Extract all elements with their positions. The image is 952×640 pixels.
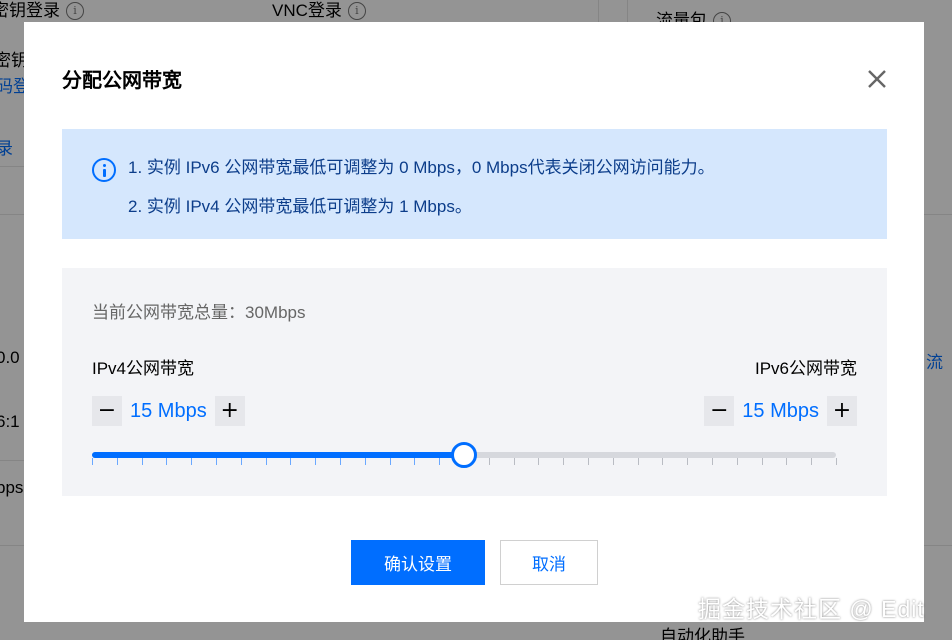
ipv6-decrement-button[interactable]: −: [704, 396, 735, 426]
slider-tick: [390, 458, 391, 465]
bandwidth-panel: 当前公网带宽总量：30Mbps IPv4公网带宽 IPv6公网带宽 − 15 M…: [62, 268, 887, 496]
slider-tick: [687, 458, 688, 465]
slider-tick: [811, 458, 812, 465]
ipv6-stepper: − 15 Mbps +: [704, 396, 857, 426]
close-icon[interactable]: [866, 68, 888, 90]
slider-tick: [439, 458, 440, 465]
slider-tick: [613, 458, 614, 465]
ipv6-value[interactable]: 15 Mbps: [734, 400, 827, 423]
slider-tick: [563, 458, 564, 465]
slider-tick: [241, 458, 242, 465]
slider-tick: [142, 458, 143, 465]
slider-tick: [92, 458, 93, 465]
slider-tick: [166, 458, 167, 465]
total-bandwidth-label: 当前公网带宽总量：30Mbps: [92, 303, 306, 322]
ipv6-increment-button[interactable]: +: [827, 396, 857, 426]
ipv4-stepper: − 15 Mbps +: [92, 396, 245, 426]
notice-line-1: 1. 实例 IPv6 公网带宽最低可调整为 0 Mbps，0 Mbps代表关闭公…: [128, 158, 715, 177]
cancel-button[interactable]: 取消: [500, 540, 598, 585]
slider-tick: [290, 458, 291, 465]
slider-tick: [266, 458, 267, 465]
ipv6-bandwidth-label: IPv6公网带宽: [754, 359, 857, 378]
info-icon: [92, 158, 116, 182]
watermark: 掘金技术社区 @ Edit: [698, 596, 925, 622]
slider-tick: [340, 458, 341, 465]
bandwidth-slider[interactable]: [92, 438, 837, 474]
slider-tick: [762, 458, 763, 465]
slider-tick: [712, 458, 713, 465]
allocate-bandwidth-dialog: 分配公网带宽 1. 实例 IPv6 公网带宽最低可调整为 0 Mbps，0 Mb…: [24, 22, 924, 622]
ipv4-bandwidth-label: IPv4公网带宽: [92, 359, 195, 378]
slider-tick: [191, 458, 192, 465]
ipv4-increment-button[interactable]: +: [214, 396, 245, 426]
slider-tick: [588, 458, 589, 465]
slider-tick: [315, 458, 316, 465]
slider-tick: [414, 458, 415, 465]
confirm-button[interactable]: 确认设置: [351, 540, 485, 585]
slider-tick: [638, 458, 639, 465]
slider-tick: [786, 458, 787, 465]
notice-banner: 1. 实例 IPv6 公网带宽最低可调整为 0 Mbps，0 Mbps代表关闭公…: [62, 129, 887, 239]
dialog-title: 分配公网带宽: [62, 70, 182, 92]
notice-line-2: 2. 实例 IPv4 公网带宽最低可调整为 1 Mbps。: [128, 197, 472, 216]
slider-tick: [662, 458, 663, 465]
slider-tick: [365, 458, 366, 465]
slider-tick: [737, 458, 738, 465]
slider-tick: [836, 458, 837, 465]
ipv4-value[interactable]: 15 Mbps: [122, 400, 215, 423]
slider-tick: [489, 458, 490, 465]
ipv4-decrement-button[interactable]: −: [92, 396, 122, 426]
slider-tick: [216, 458, 217, 465]
slider-tick: [514, 458, 515, 465]
slider-tick: [538, 458, 539, 465]
slider-tick: [117, 458, 118, 465]
slider-thumb[interactable]: [451, 442, 477, 468]
